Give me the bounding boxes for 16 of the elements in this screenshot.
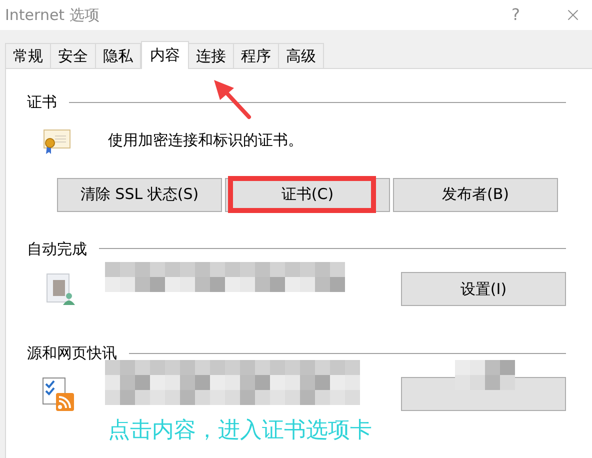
section-heading: 源和网页快讯: [27, 343, 117, 364]
feed-checklist-icon: [42, 376, 76, 412]
section-heading: 自动完成: [27, 238, 87, 260]
form-person-icon: [45, 272, 75, 306]
dialog-button[interactable]: 清除 SSL 状态(S): [57, 178, 222, 212]
tab[interactable]: 常规: [5, 43, 51, 68]
tab[interactable]: 高级: [278, 43, 324, 68]
section-heading: 证书: [27, 92, 57, 113]
window-title: Internet 选项: [5, 4, 100, 26]
tab[interactable]: 内容: [141, 41, 189, 69]
mosaic-drawing: [455, 360, 515, 390]
dialog-button[interactable]: 设置(I): [401, 272, 566, 306]
description-text: 使用加密连接和标识的证书。: [108, 130, 303, 152]
dialog-button[interactable]: 发布者(B): [393, 178, 558, 212]
tab[interactable]: 隐私: [95, 43, 141, 68]
annotation-text: 点击内容，进入证书选项卡: [108, 417, 372, 445]
